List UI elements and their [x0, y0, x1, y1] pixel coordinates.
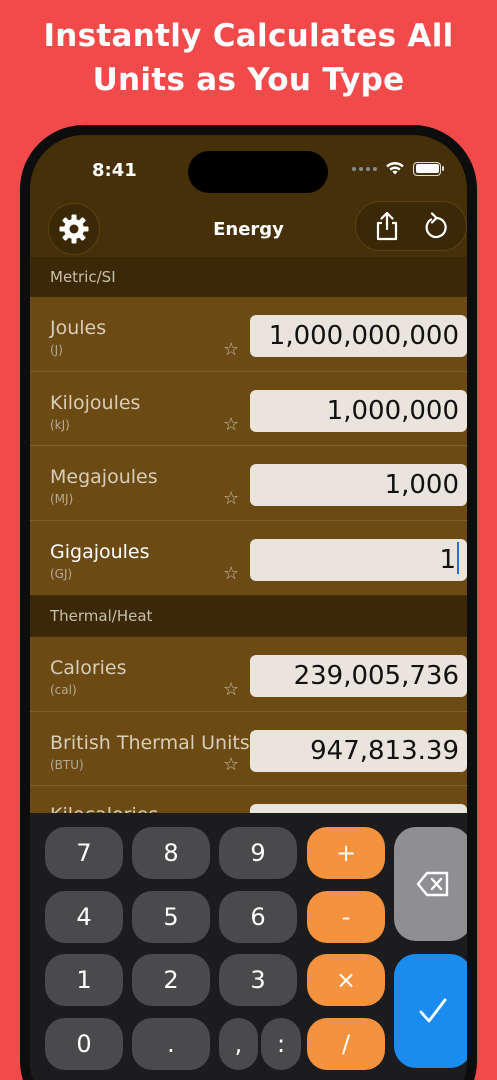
unit-abbr: (cal) — [50, 683, 77, 697]
favorite-star-icon[interactable]: ☆ — [223, 563, 239, 584]
key-2[interactable]: 2 — [132, 954, 210, 1006]
unit-value-field[interactable]: 1,000 — [250, 464, 467, 506]
unit-value-field-active[interactable]: 1 — [250, 538, 467, 581]
navigation-bar: Energy — [30, 195, 467, 255]
unit-row-gigajoules: Gigajoules (GJ) ☆ 1 — [30, 521, 467, 596]
key-multiply[interactable]: × — [307, 954, 385, 1006]
key-3[interactable]: 3 — [219, 954, 297, 1006]
unit-value-field[interactable]: 1,000,000 — [250, 389, 467, 432]
unit-row-kilojoules: Kilojoules (kJ) ☆ 1,000,000 — [30, 372, 467, 446]
battery-icon — [413, 161, 444, 176]
key-7[interactable]: 7 — [45, 827, 123, 879]
promo-headline: Instantly Calculates All Units as You Ty… — [0, 14, 497, 102]
unit-abbr: (MJ) — [50, 492, 74, 506]
key-1[interactable]: 1 — [45, 954, 123, 1006]
unit-row-megajoules: Megajoules (MJ) ☆ 1,000 — [30, 446, 467, 521]
favorite-star-icon[interactable]: ☆ — [223, 339, 239, 360]
key-comma[interactable]: , — [219, 1018, 258, 1070]
unit-abbr: (BTU) — [50, 757, 84, 772]
app-screen: 8: 4 1 Energy Metric/SI Joules (J) ☆ 1,000… — [30, 135, 467, 1080]
gear-icon — [59, 214, 89, 244]
dynamic-island — [188, 151, 328, 193]
unit-value-field[interactable]: 239,005,736 — [250, 655, 467, 697]
signal-icon — [352, 166, 377, 171]
checkmark-icon — [419, 998, 447, 1023]
unit-value-field[interactable]: 947,813.39 — [250, 729, 467, 772]
status-time: 8:41 — [92, 160, 137, 181]
reset-icon — [425, 212, 447, 239]
section-header-metric: Metric/SI — [30, 257, 467, 297]
key-6[interactable]: 6 — [219, 891, 297, 943]
unit-name: British Thermal Units — [50, 731, 250, 754]
unit-abbr: (J) — [50, 343, 63, 357]
promo-line-2: Units as You Type — [92, 62, 405, 98]
unit-name: Gigajoules — [50, 540, 150, 563]
reset-button[interactable] — [416, 206, 456, 246]
key-plus[interactable]: + — [307, 827, 385, 879]
unit-name: Kilojoules — [50, 391, 141, 414]
key-minus[interactable]: - — [307, 891, 385, 943]
favorite-star-icon[interactable]: ☆ — [223, 414, 239, 435]
section-header-thermal: Thermal/Heat — [30, 596, 467, 636]
nav-actions — [355, 201, 467, 251]
active-value-text: 1 — [439, 544, 456, 575]
promo-line-1: Instantly Calculates All — [43, 18, 454, 54]
unit-row-calories: Calories (cal) ☆ 239,005,736 — [30, 637, 467, 712]
share-icon — [376, 211, 397, 241]
favorite-star-icon[interactable]: ☆ — [223, 679, 239, 700]
section-rows-metric: Joules (J) ☆ 1,000,000,000 Kilojoules (k… — [30, 297, 467, 595]
unit-row-btu: British Thermal Units (BTU) ☆ 947,813.39 — [30, 712, 467, 786]
unit-abbr: (kJ) — [50, 417, 70, 432]
favorite-star-icon[interactable]: ☆ — [223, 488, 239, 509]
key-9[interactable]: 9 — [219, 827, 297, 879]
key-4[interactable]: 4 — [45, 891, 123, 943]
settings-button[interactable] — [48, 203, 100, 255]
unit-name: Joules — [50, 317, 107, 339]
confirm-button[interactable] — [394, 954, 467, 1068]
unit-name: Calories — [50, 657, 127, 679]
unit-abbr: (GJ) — [50, 566, 73, 581]
unit-value-field[interactable]: 1,000,000,000 — [250, 315, 467, 357]
key-0[interactable]: 0 — [45, 1018, 123, 1070]
backspace-icon — [416, 871, 449, 897]
wifi-icon — [386, 161, 404, 175]
share-button[interactable] — [367, 206, 407, 246]
key-5[interactable]: 5 — [132, 891, 210, 943]
unit-name: Megajoules — [50, 466, 158, 488]
phone-frame: 8: 4 1 Energy Metric/SI Joules (J) ☆ 1,000… — [20, 125, 477, 1080]
unit-row-joules: Joules (J) ☆ 1,000,000,000 — [30, 297, 467, 372]
backspace-button[interactable] — [394, 827, 467, 941]
favorite-star-icon[interactable]: ☆ — [223, 754, 239, 775]
status-icons — [352, 161, 444, 176]
key-decimal[interactable]: . — [132, 1018, 210, 1070]
key-colon[interactable]: : — [261, 1018, 301, 1070]
key-divide[interactable]: / — [307, 1018, 385, 1070]
numeric-keypad: 7 8 9 + 4 5 6 - 1 2 3 × 0 . , : / — [30, 813, 467, 1080]
key-8[interactable]: 8 — [132, 827, 210, 879]
